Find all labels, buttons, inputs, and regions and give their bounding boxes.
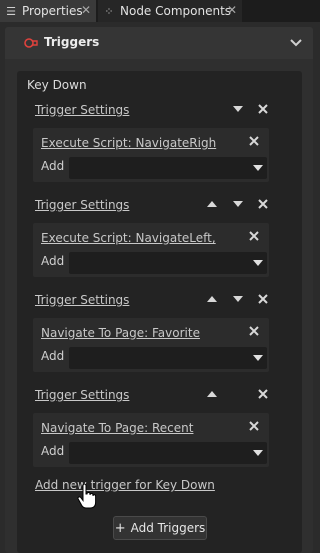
- tab-properties[interactable]: ☰ Properties ✕: [0, 0, 96, 22]
- add-action-row: Add: [41, 347, 267, 369]
- add-action-dropdown[interactable]: [69, 442, 267, 464]
- dropdown-caret-icon: [253, 450, 263, 456]
- components-icon: ⁘: [104, 4, 114, 18]
- move-up-icon[interactable]: [205, 197, 219, 211]
- trigger-icon: [24, 38, 38, 48]
- action-link[interactable]: Navigate To Page: Recent: [41, 421, 193, 435]
- close-icon[interactable]: ✕: [227, 3, 237, 17]
- move-up-icon[interactable]: [205, 387, 219, 401]
- trigger-settings-link[interactable]: Trigger Settings: [35, 103, 129, 117]
- trigger-settings-link[interactable]: Trigger Settings: [35, 293, 129, 307]
- add-action-row: Add: [41, 157, 267, 179]
- add-action-row: Add: [41, 252, 267, 274]
- section-header[interactable]: Triggers: [5, 27, 313, 59]
- add-label: Add: [41, 254, 65, 268]
- add-label: Add: [41, 349, 65, 363]
- trigger-settings-link[interactable]: Trigger Settings: [35, 198, 129, 212]
- hand-cursor-icon: [77, 484, 97, 509]
- tab-properties-label: Properties: [22, 4, 83, 18]
- add-triggers-label: Add Triggers: [130, 521, 206, 535]
- dropdown-caret-icon: [253, 355, 263, 361]
- dropdown-caret-icon: [253, 260, 263, 266]
- action-link[interactable]: Execute Script: NavigateRigh: [41, 136, 216, 150]
- tab-node-components[interactable]: ⁘ Node Components ✕: [98, 0, 242, 22]
- tab-bar: ☰ Properties ✕ ⁘ Node Components ✕: [0, 0, 320, 22]
- close-icon[interactable]: [247, 229, 261, 243]
- chevron-down-icon[interactable]: [289, 36, 303, 50]
- add-label: Add: [41, 159, 65, 173]
- close-icon[interactable]: ✕: [81, 3, 91, 17]
- trigger-settings-link[interactable]: Trigger Settings: [35, 388, 129, 402]
- close-icon[interactable]: [247, 134, 261, 148]
- dropdown-caret-icon: [253, 165, 263, 171]
- list-icon: ☰: [6, 4, 16, 18]
- tab-node-components-label: Node Components: [120, 4, 232, 18]
- event-title: Key Down: [27, 78, 87, 92]
- move-up-icon[interactable]: [205, 292, 219, 306]
- add-action-row: Add: [41, 442, 267, 464]
- section-title: Triggers: [44, 35, 100, 49]
- move-down-icon[interactable]: [231, 292, 245, 306]
- add-triggers-button[interactable]: + Add Triggers: [113, 516, 207, 540]
- move-down-icon[interactable]: [231, 197, 245, 211]
- close-icon[interactable]: [256, 197, 270, 211]
- close-icon[interactable]: [247, 419, 261, 433]
- add-action-dropdown[interactable]: [69, 157, 267, 179]
- action-link[interactable]: Navigate To Page: Favorite: [41, 326, 200, 340]
- action-link[interactable]: Execute Script: NavigateLeft,: [41, 231, 216, 245]
- close-icon[interactable]: [256, 102, 270, 116]
- move-down-icon[interactable]: [231, 102, 245, 116]
- add-label: Add: [41, 444, 65, 458]
- add-action-dropdown[interactable]: [69, 347, 267, 369]
- close-icon[interactable]: [256, 387, 270, 401]
- add-new-trigger-link[interactable]: Add new trigger for Key Down: [35, 478, 215, 492]
- add-action-dropdown[interactable]: [69, 252, 267, 274]
- plus-icon: +: [114, 520, 126, 536]
- close-icon[interactable]: [247, 324, 261, 338]
- close-icon[interactable]: [256, 292, 270, 306]
